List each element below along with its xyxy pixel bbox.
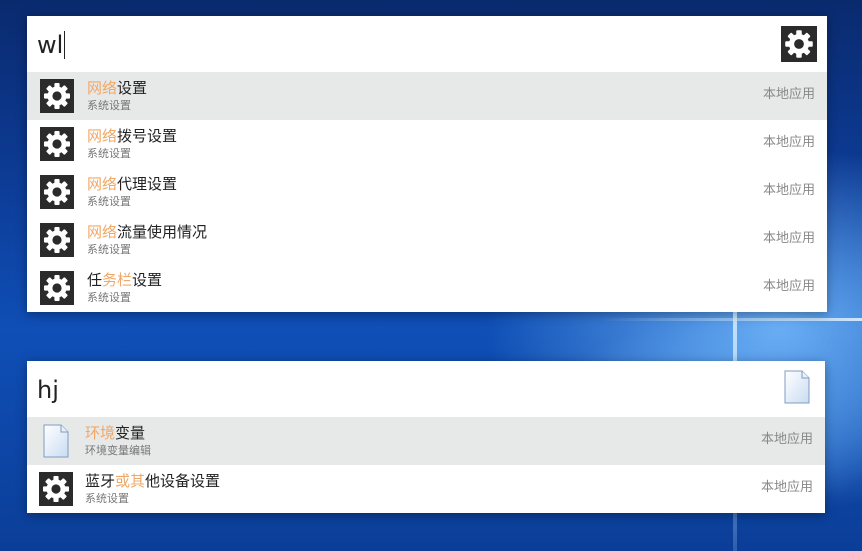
result-source-tag: 本地应用 [760, 432, 813, 447]
result-subtitle: 环境变量编辑 [85, 444, 151, 457]
result-source-tag: 本地应用 [762, 87, 815, 102]
result-subtitle: 系统设置 [85, 492, 129, 505]
search-bar: wl [27, 16, 827, 72]
result-subtitle: 系统设置 [87, 99, 131, 112]
text-caret [64, 31, 66, 59]
gear-icon[interactable] [781, 26, 817, 62]
search-input[interactable]: hj [37, 376, 59, 404]
result-row[interactable]: 网络拨号设置 系统设置 本地应用 [27, 120, 827, 168]
gear-icon [40, 175, 74, 209]
result-title: 网络拨号设置 [87, 127, 178, 145]
result-title: 网络流量使用情况 [87, 223, 208, 241]
gear-icon [40, 223, 74, 257]
gear-icon [40, 79, 74, 113]
result-subtitle: 系统设置 [87, 195, 131, 208]
result-title: 任务栏设置 [87, 271, 163, 289]
result-subtitle: 系统设置 [87, 147, 131, 160]
result-source-tag: 本地应用 [762, 135, 815, 150]
result-row[interactable]: 任务栏设置 系统设置 本地应用 [27, 264, 827, 312]
search-launcher-top: wl 网络设置 系统设置 本地应用 网络拨号设置 系统设置 本地应用 网络代理设… [27, 16, 827, 312]
document-icon [783, 370, 811, 404]
search-launcher-bottom: hj 环境变量 环境变量编辑 本地应用 蓝牙或其他设备设置 系统设置 本地应用 [27, 361, 825, 513]
result-source-tag: 本地应用 [762, 279, 815, 294]
gear-icon [39, 472, 73, 506]
result-row[interactable]: 环境变量 环境变量编辑 本地应用 [27, 417, 825, 465]
result-row[interactable]: 蓝牙或其他设备设置 系统设置 本地应用 [27, 465, 825, 513]
result-title: 蓝牙或其他设备设置 [85, 472, 221, 490]
search-query: wl [37, 31, 64, 59]
search-input[interactable]: wl [37, 31, 66, 59]
document-icon [42, 424, 70, 458]
search-bar: hj [27, 361, 825, 417]
gear-icon [40, 127, 74, 161]
search-query: hj [37, 376, 59, 404]
result-title: 环境变量 [85, 424, 146, 442]
result-row[interactable]: 网络流量使用情况 系统设置 本地应用 [27, 216, 827, 264]
result-title: 网络代理设置 [87, 175, 178, 193]
result-title: 网络设置 [87, 79, 148, 97]
result-subtitle: 系统设置 [87, 291, 131, 304]
result-source-tag: 本地应用 [762, 183, 815, 198]
result-row[interactable]: 网络代理设置 系统设置 本地应用 [27, 168, 827, 216]
wallpaper-light-beam [600, 318, 862, 321]
result-source-tag: 本地应用 [762, 231, 815, 246]
result-source-tag: 本地应用 [760, 480, 813, 495]
gear-icon [40, 271, 74, 305]
result-row[interactable]: 网络设置 系统设置 本地应用 [27, 72, 827, 120]
result-subtitle: 系统设置 [87, 243, 131, 256]
